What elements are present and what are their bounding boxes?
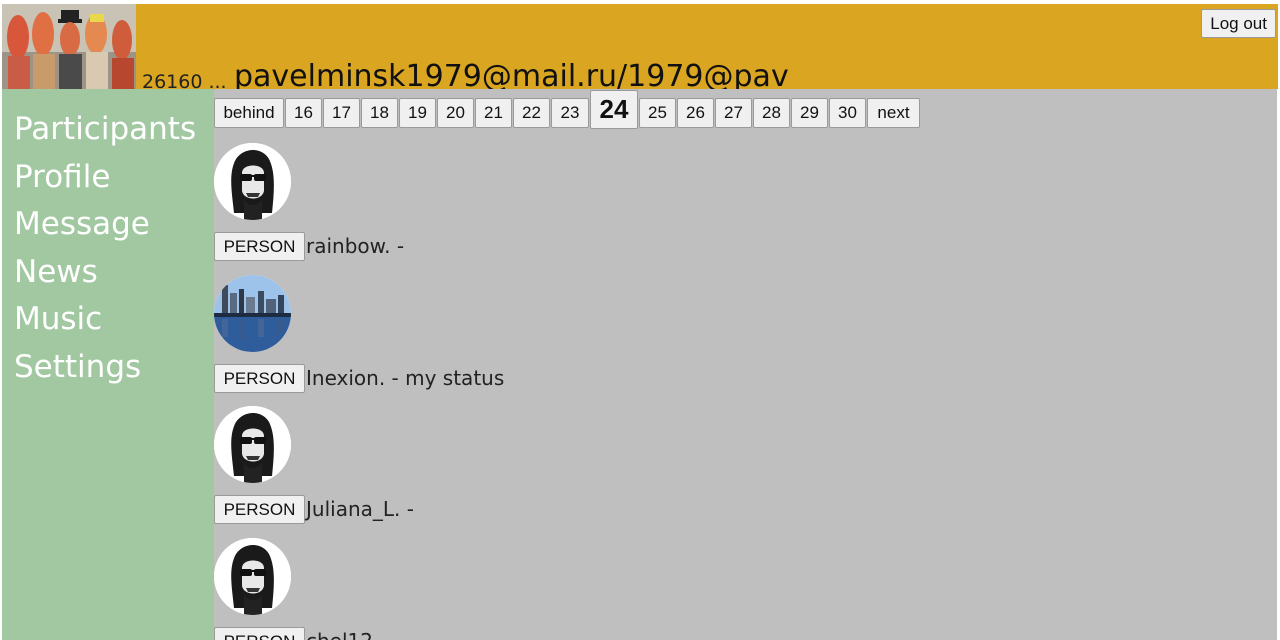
person-name-status: Juliana_L. - bbox=[306, 497, 414, 521]
user-title: pavelminsk1979@mail.ru/1979@pav bbox=[234, 59, 789, 89]
man-sunglasses-icon[interactable] bbox=[214, 406, 291, 483]
pagination-prev-button[interactable]: behind bbox=[214, 98, 284, 128]
logout-button[interactable]: Log out bbox=[1201, 9, 1276, 38]
header-bar: 26160 ... pavelminsk1979@mail.ru/1979@pa… bbox=[2, 4, 1278, 93]
page-30-button[interactable]: 30 bbox=[829, 98, 866, 128]
page-16-button[interactable]: 16 bbox=[285, 98, 322, 128]
page-28-button[interactable]: 28 bbox=[753, 98, 790, 128]
page-23-button[interactable]: 23 bbox=[551, 98, 589, 128]
person-button[interactable]: PERSON bbox=[214, 627, 305, 640]
person-name-status: rainbow. - bbox=[306, 234, 405, 258]
page-26-button[interactable]: 26 bbox=[677, 98, 714, 128]
page-25-button[interactable]: 25 bbox=[639, 98, 676, 128]
sidebar-item-profile[interactable]: Profile bbox=[14, 154, 214, 202]
man-sunglasses-icon[interactable] bbox=[214, 538, 291, 615]
main-content: behind 16 17 18 19 20 21 22 23 24 25 26 … bbox=[214, 89, 1277, 640]
person-button[interactable]: PERSON bbox=[214, 495, 305, 524]
site-logo bbox=[2, 4, 136, 89]
sidebar-nav: Participants Profile Message News Music … bbox=[2, 89, 214, 391]
pagination-next-button[interactable]: next bbox=[867, 98, 920, 128]
person-button[interactable]: PERSON bbox=[214, 364, 305, 393]
man-sunglasses-icon[interactable] bbox=[214, 143, 291, 220]
sidebar-item-participants[interactable]: Participants bbox=[14, 106, 214, 154]
sidebar-item-music[interactable]: Music bbox=[14, 296, 214, 344]
sidebar: Participants Profile Message News Music … bbox=[2, 89, 214, 640]
page-20-button[interactable]: 20 bbox=[437, 98, 474, 128]
city-skyline-photo[interactable] bbox=[214, 275, 291, 352]
page-19-button[interactable]: 19 bbox=[399, 98, 436, 128]
person-item: PERSON chel12. - bbox=[214, 538, 814, 640]
page-22-button[interactable]: 22 bbox=[513, 98, 550, 128]
sidebar-item-message[interactable]: Message bbox=[14, 201, 214, 249]
page-29-button[interactable]: 29 bbox=[791, 98, 828, 128]
person-item: PERSON Juliana_L. - bbox=[214, 406, 814, 537]
person-button[interactable]: PERSON bbox=[214, 232, 305, 261]
person-name-status: chel12. - bbox=[306, 627, 393, 640]
sidebar-item-settings[interactable]: Settings bbox=[14, 344, 214, 392]
person-name-status: Inexion. - my status bbox=[306, 366, 505, 390]
person-item: PERSON Inexion. - my status bbox=[214, 275, 814, 406]
sidebar-item-news[interactable]: News bbox=[14, 249, 214, 297]
page-27-button[interactable]: 27 bbox=[715, 98, 752, 128]
page-24-current-button[interactable]: 24 bbox=[590, 90, 638, 129]
person-item: PERSON rainbow. - bbox=[214, 143, 814, 274]
page-17-button[interactable]: 17 bbox=[323, 98, 360, 128]
page-21-button[interactable]: 21 bbox=[475, 98, 512, 128]
page-18-button[interactable]: 18 bbox=[361, 98, 398, 128]
